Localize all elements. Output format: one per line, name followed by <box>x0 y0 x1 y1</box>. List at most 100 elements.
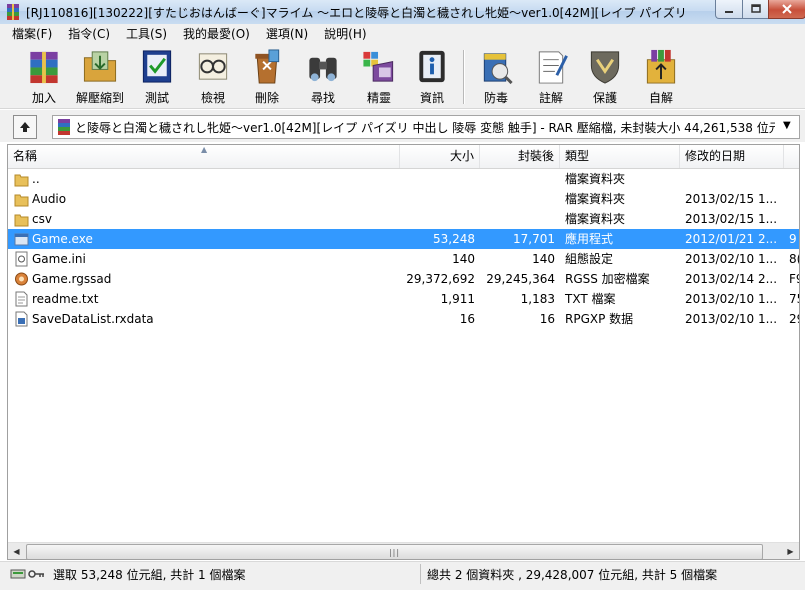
drive-key-icon <box>10 569 44 579</box>
archive-path-text: と陵辱と白濁と穢されし牝姫～ver1.0[42M][レイプ パイズリ 中出し 陵… <box>75 121 775 135</box>
menu-help[interactable]: 說明(H) <box>316 24 374 44</box>
maximize-button[interactable] <box>742 0 769 19</box>
menu-file[interactable]: 檔案(F) <box>0 24 60 44</box>
comment-label: 註解 <box>538 91 563 105</box>
test-button[interactable]: 測試 <box>130 46 184 106</box>
delete-label: 刪除 <box>254 91 279 105</box>
virus-scan-icon <box>483 53 513 85</box>
file-name: .. <box>32 172 40 186</box>
file-packed: 16 <box>539 312 555 326</box>
table-row[interactable]: Game.rgssad 29,372,692 29,245,364 RGSS 加密檔案… <box>8 269 799 289</box>
menu-commands[interactable]: 指令(C) <box>60 24 118 44</box>
file-size: 16 <box>459 312 475 326</box>
table-row[interactable]: SaveDataList.rxdata 16 16 RPGXP 数据 2013/02/1… <box>8 309 799 329</box>
virus-scan-label: 防毒 <box>483 91 508 105</box>
toolbar-separator <box>463 50 465 104</box>
info-button[interactable]: 資訊 <box>405 46 459 106</box>
menu-options[interactable]: 選項(N) <box>258 24 316 44</box>
table-row[interactable]: Game.ini 140 140 組態設定 2013/02/10 1... 8( <box>8 249 799 269</box>
extract-folder-icon <box>83 51 117 82</box>
file-size: 1,911 <box>440 292 475 306</box>
menu-tools[interactable]: 工具(S) <box>118 24 175 44</box>
view-button[interactable]: 檢視 <box>186 46 240 106</box>
archive-path-combobox[interactable]: と陵辱と白濁と穢されし牝姫～ver1.0[42M][レイプ パイズリ 中出し 陵… <box>52 115 800 139</box>
find-button[interactable]: 尋找 <box>296 46 350 106</box>
table-row[interactable]: Game.exe 53,248 17,701 應用程式 2012/01/21 2... 9 <box>8 229 799 249</box>
file-extra: 8( <box>789 252 799 266</box>
horizontal-scrollbar[interactable]: ◀ ||| ▶ <box>8 542 799 559</box>
virus-scan-button[interactable]: 防毒 <box>469 46 523 106</box>
file-type: 檔案資料夾 <box>565 172 626 186</box>
column-size[interactable]: 大小 <box>400 145 480 168</box>
extract-button[interactable]: 解壓縮到 <box>73 46 127 106</box>
address-bar: と陵辱と白濁と穢されし牝姫～ver1.0[42M][レイプ パイズリ 中出し 陵… <box>0 110 805 142</box>
status-bar: 選取 53,248 位元組, 共計 1 個檔案 總共 2 個資料夾 , 29,4… <box>0 561 805 590</box>
file-packed: 1,183 <box>520 292 555 306</box>
scroll-grip-icon: ||| <box>388 547 401 557</box>
delete-bin-icon <box>255 49 280 84</box>
selection-status: 選取 53,248 位元組, 共計 1 個檔案 <box>53 568 246 582</box>
file-size: 140 <box>452 252 475 266</box>
info-label: 資訊 <box>419 91 444 105</box>
file-packed <box>480 209 560 229</box>
column-type[interactable]: 類型 <box>560 145 680 168</box>
scroll-left-button[interactable]: ◀ <box>8 543 25 559</box>
file-extra <box>784 169 799 189</box>
up-folder-button[interactable] <box>13 115 37 139</box>
table-row[interactable]: Audio 檔案資料夾 2013/02/15 1... <box>8 189 799 209</box>
find-label: 尋找 <box>310 91 335 105</box>
title-bar[interactable]: [RJ110816][130222][すたじおはんばーぐ]マライム ～エロと陵辱… <box>0 0 805 24</box>
file-extra <box>784 189 799 209</box>
protect-button[interactable]: 保護 <box>578 46 632 106</box>
test-label: 測試 <box>144 91 169 105</box>
file-type: 組態設定 <box>565 252 614 266</box>
wizard-icon <box>363 51 394 82</box>
sfx-label: 自解 <box>648 91 673 105</box>
delete-button[interactable]: 刪除 <box>240 46 294 106</box>
file-packed <box>480 169 560 189</box>
up-arrow-icon <box>20 122 30 132</box>
protect-shield-icon <box>590 51 620 84</box>
add-archive-icon <box>30 51 58 84</box>
file-name: Game.ini <box>32 252 86 266</box>
extract-label: 解壓縮到 <box>75 91 124 105</box>
file-extra: 9 <box>789 232 797 246</box>
view-label: 檢視 <box>200 91 225 105</box>
toolbar: 加入 解壓縮到 測試 檢視 刪除 尋找 精靈 資訊 防毒 註解 保護 自解 <box>0 44 805 109</box>
file-modified <box>680 169 784 189</box>
table-row[interactable]: csv 檔案資料夾 2013/02/15 1... <box>8 209 799 229</box>
wizard-button[interactable]: 精靈 <box>352 46 406 106</box>
window-title: [RJ110816][130222][すたじおはんばーぐ]マライム ～エロと陵辱… <box>26 6 686 20</box>
file-packed: 29,245,364 <box>486 272 555 286</box>
column-extra[interactable] <box>784 145 799 168</box>
file-extra: 29 <box>789 312 799 326</box>
file-extra: 75 <box>789 292 799 306</box>
file-packed <box>480 189 560 209</box>
table-row[interactable]: .. 檔案資料夾 <box>8 169 799 189</box>
file-size <box>400 169 480 189</box>
table-row[interactable]: readme.txt 1,911 1,183 TXT 檔案 2013/02/10 1..… <box>8 289 799 309</box>
comment-button[interactable]: 註解 <box>524 46 578 106</box>
file-type: TXT 檔案 <box>565 292 616 306</box>
file-name: readme.txt <box>32 292 99 306</box>
find-binoculars-icon <box>309 57 337 82</box>
column-packed[interactable]: 封裝後 <box>480 145 560 168</box>
close-button[interactable] <box>768 0 805 19</box>
file-type: 檔案資料夾 <box>565 192 626 206</box>
file-name: SaveDataList.rxdata <box>32 312 154 326</box>
menu-favorites[interactable]: 我的最愛(O) <box>175 24 258 44</box>
file-type: RGSS 加密檔案 <box>565 272 650 286</box>
sfx-button[interactable]: 自解 <box>634 46 688 106</box>
sfx-icon <box>646 49 676 84</box>
scroll-right-button[interactable]: ▶ <box>782 543 799 559</box>
test-icon <box>142 50 172 83</box>
scroll-thumb[interactable]: ||| <box>26 544 763 559</box>
minimize-button[interactable] <box>715 0 743 19</box>
minimize-icon <box>725 11 733 13</box>
add-button[interactable]: 加入 <box>17 46 71 106</box>
dropdown-arrow-icon[interactable]: ▼ <box>783 120 791 131</box>
file-name: Audio <box>32 192 67 206</box>
file-packed: 17,701 <box>513 232 555 246</box>
comment-icon <box>538 51 568 84</box>
column-modified[interactable]: 修改的日期 <box>680 145 784 168</box>
